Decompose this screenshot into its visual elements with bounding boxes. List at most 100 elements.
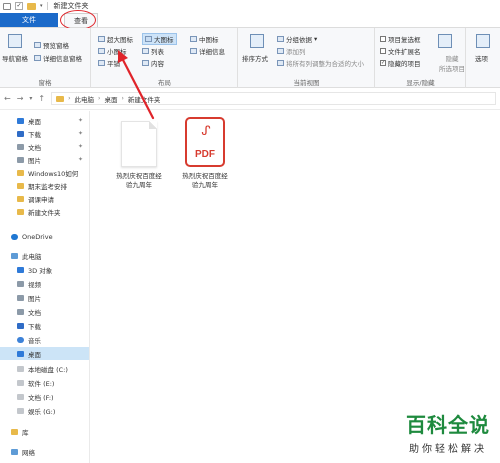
layout-content[interactable]: 内容 [142, 58, 164, 68]
sidebar-item-label: 此电脑 [22, 252, 42, 261]
size-columns-button[interactable]: 将所有列调整为合适的大小 [277, 58, 364, 68]
layout-small-icons[interactable]: 小图标 [98, 46, 127, 56]
hidden-items-checkbox[interactable]: ✓ [380, 60, 386, 66]
sidebar-item-label: 图片 [28, 156, 41, 165]
add-columns-icon [277, 48, 284, 54]
breadcrumb-new-folder[interactable]: 新建文件夹 [128, 94, 161, 104]
pdf-icon: ᔑ PDF [185, 117, 225, 167]
sidebar-item-network[interactable]: 网络 [0, 445, 89, 458]
sidebar-item-libraries[interactable]: 库 [0, 425, 89, 438]
sidebar-item-downloads[interactable]: 下载 ✦ [0, 127, 89, 140]
file-name-line1: 热烈庆祝百度经 [182, 172, 228, 180]
size-columns-label: 将所有列调整为合适的大小 [286, 60, 364, 68]
sidebar-item-folder[interactable]: 调课申请 [0, 192, 89, 205]
recent-locations-icon[interactable]: ▾ [29, 95, 32, 102]
group-label-layout: 布局 [158, 79, 171, 87]
tab-view[interactable]: 查看 [60, 10, 98, 30]
group-panes: 导航窗格 预览窗格 详细信息窗格 窗格 [0, 28, 91, 88]
sidebar-item-folder[interactable]: 期末监考安排 [0, 179, 89, 192]
preview-pane-button[interactable]: 预览窗格 [34, 40, 69, 50]
sidebar-item-desktop[interactable]: 桌面 [0, 347, 89, 360]
small-icons-icon [98, 48, 105, 54]
sidebar-item-downloads[interactable]: 下载 [0, 319, 89, 332]
sort-icon [250, 34, 264, 48]
details-pane-icon [34, 55, 41, 61]
sidebar-item-label: 音乐 [28, 336, 41, 345]
layout-tiles[interactable]: 平铺 [98, 58, 120, 68]
sidebar-item-3d-objects[interactable]: 3D 对象 [0, 263, 89, 276]
options-button[interactable]: 选项 [475, 53, 488, 63]
address-bar[interactable]: › 此电脑 › 桌面 › 新建文件夹 [51, 92, 496, 105]
customize-toolbar-icon[interactable]: ▾ [40, 3, 43, 9]
sidebar-item-label: 文档 [28, 143, 41, 152]
sidebar-item-folder[interactable]: Windows10如何 [0, 166, 89, 179]
up-arrow-icon[interactable]: ↑ [38, 94, 45, 103]
breadcrumb-desktop[interactable]: 桌面 [104, 94, 117, 104]
file-item[interactable]: ᔑ PDF 热烈庆祝百度经 验九周年 [176, 117, 234, 190]
music-icon [17, 336, 24, 343]
details-pane-label: 详细信息窗格 [43, 55, 82, 63]
sidebar-item-pictures[interactable]: 图片 [0, 291, 89, 304]
back-arrow-icon[interactable]: ← [4, 94, 11, 103]
group-by-button[interactable]: 分组依据 ▾ [277, 34, 317, 44]
list-label: 列表 [151, 48, 164, 56]
file-name-line2: 验九周年 [126, 181, 152, 189]
sidebar-item-drive-e[interactable]: 软件 (E:) [0, 376, 89, 389]
item-checkboxes-label: 项目复选框 [388, 36, 421, 44]
sidebar-item-documents[interactable]: 文档 ✦ [0, 140, 89, 153]
nav-pane-button[interactable]: 导航窗格 [2, 53, 28, 63]
sidebar-item-this-pc[interactable]: 此电脑 [0, 249, 89, 262]
drive-icon [17, 407, 24, 414]
sort-by-button[interactable]: 排序方式 [242, 53, 268, 63]
group-by-label: 分组依据 [286, 36, 312, 44]
item-checkboxes-checkbox[interactable] [380, 36, 386, 42]
folder-icon [17, 208, 24, 215]
hidden-items-toggle[interactable]: ✓ 隐藏的项目 [380, 58, 421, 68]
sidebar-item-folder[interactable]: 新建文件夹 [0, 205, 89, 218]
content-label: 内容 [151, 60, 164, 68]
sidebar-item-music[interactable]: 音乐 [0, 333, 89, 346]
large-icons-icon [145, 36, 152, 42]
sidebar-item-drive-g[interactable]: 娱乐 (G:) [0, 404, 89, 417]
add-columns-button[interactable]: 添加列 [277, 46, 306, 56]
sidebar-item-label: 期末监考安排 [28, 182, 67, 191]
sidebar-item-pictures[interactable]: 图片 ✦ [0, 153, 89, 166]
forward-arrow-icon[interactable]: → [17, 94, 24, 103]
watermark-title: 百科全说 [406, 413, 490, 437]
layout-details[interactable]: 详细信息 [190, 46, 225, 56]
file-name: 热烈庆祝百度经 验九周年 [110, 172, 168, 190]
sidebar-item-videos[interactable]: 视频 [0, 277, 89, 290]
breadcrumb-separator-icon: › [98, 95, 101, 102]
properties-icon[interactable]: ✓ [15, 2, 23, 10]
sidebar-item-label: 文档 (F:) [28, 393, 54, 402]
drive-icon [17, 379, 24, 386]
item-checkboxes-toggle[interactable]: 项目复选框 [380, 34, 421, 44]
cube-icon [17, 266, 24, 273]
layout-xl-icons[interactable]: 超大图标 [98, 34, 133, 44]
breadcrumb-this-pc[interactable]: 此电脑 [75, 94, 95, 104]
file-item[interactable]: 热烈庆祝百度经 验九周年 [110, 121, 168, 190]
download-icon [17, 322, 24, 329]
folder-icon [56, 95, 65, 102]
address-bar-row: ← → ▾ ↑ › 此电脑 › 桌面 › 新建文件夹 [0, 88, 500, 110]
sidebar-item-drive-f[interactable]: 文档 (F:) [0, 390, 89, 403]
hide-selected-label-2: 所选项目 [439, 65, 465, 73]
file-extensions-checkbox[interactable] [380, 48, 386, 54]
layout-list[interactable]: 列表 [142, 46, 164, 56]
tab-file[interactable]: 文件 [0, 13, 58, 27]
size-columns-icon [277, 60, 284, 66]
sidebar-item-label: 软件 (E:) [28, 379, 55, 388]
sidebar-item-drive-c[interactable]: 本地磁盘 (C:) [0, 362, 89, 375]
file-extensions-toggle[interactable]: 文件扩展名 [380, 46, 421, 56]
new-folder-icon[interactable] [27, 2, 36, 10]
layout-medium-icons[interactable]: 中图标 [190, 34, 219, 44]
library-icon [11, 428, 18, 435]
hide-selected-button[interactable]: 隐藏 所选项目 [439, 53, 465, 73]
large-icons-label: 大图标 [154, 36, 174, 44]
sidebar-item-documents[interactable]: 文档 [0, 305, 89, 318]
details-pane-button[interactable]: 详细信息窗格 [34, 53, 82, 63]
sidebar-item-onedrive[interactable]: OneDrive [0, 230, 89, 243]
video-icon [17, 280, 24, 287]
sidebar-item-desktop[interactable]: 桌面 ✦ [0, 114, 89, 127]
layout-large-icons[interactable]: 大图标 [142, 33, 177, 45]
